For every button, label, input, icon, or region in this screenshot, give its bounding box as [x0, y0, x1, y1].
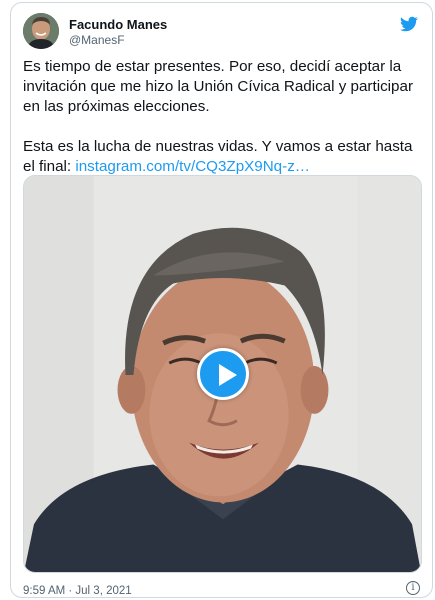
tweet-timestamp[interactable]: 9:59 AM · Jul 3, 2021 [23, 585, 132, 597]
tweet-header: Facundo Manes @ManesF [23, 11, 420, 55]
instagram-link[interactable]: instagram.com/tv/CQ3ZpX9Nq-z… [75, 158, 310, 175]
author-handle[interactable]: @ManesF [69, 33, 125, 47]
tweet-text: Es tiempo de estar presentes. Por eso, d… [23, 57, 423, 177]
video-player[interactable] [23, 175, 422, 573]
tweet-paragraph-1: Es tiempo de estar presentes. Por eso, d… [23, 58, 413, 115]
author-name[interactable]: Facundo Manes [69, 17, 167, 32]
avatar[interactable] [23, 13, 59, 49]
twitter-bird-icon[interactable] [398, 15, 420, 33]
info-icon[interactable]: i [406, 581, 420, 595]
tweet-paragraph-2: Esta es la lucha de nuestras vidas. Y va… [23, 137, 423, 177]
tweet-footer: 9:59 AM · Jul 3, 2021 i [23, 581, 420, 597]
tweet-card: Facundo Manes @ManesF Es tiempo de estar… [10, 2, 433, 598]
play-icon[interactable] [196, 348, 249, 400]
